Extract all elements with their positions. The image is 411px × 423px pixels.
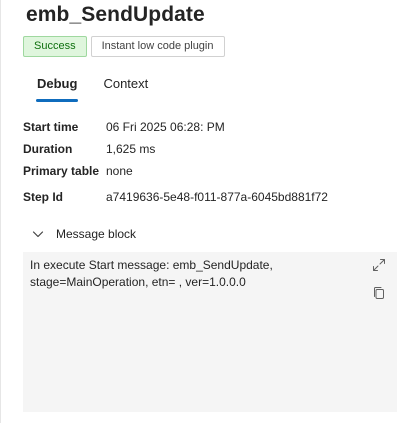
property-value: 06 Fri 2025 06:28: PM bbox=[106, 120, 225, 134]
message-block: In execute Start message: emb_SendUpdate… bbox=[23, 252, 397, 412]
property-value: a7419636-5e48-f011-877a-6045bd881f72 bbox=[106, 190, 328, 204]
tab-debug[interactable]: Debug bbox=[24, 72, 90, 102]
copy-icon bbox=[374, 287, 384, 299]
badge-group: Success Instant low code plugin bbox=[23, 36, 225, 57]
copy-button[interactable] bbox=[370, 284, 388, 302]
message-block-toggle[interactable]: Message block bbox=[31, 224, 136, 244]
property-label: Duration bbox=[23, 142, 73, 156]
run-details-panel: emb_SendUpdate Success Instant low code … bbox=[0, 0, 411, 423]
chevron-down-icon bbox=[32, 231, 44, 238]
plugin-type-badge: Instant low code plugin bbox=[90, 36, 225, 57]
page-title: emb_SendUpdate bbox=[26, 3, 205, 26]
property-label: Step Id bbox=[23, 190, 64, 204]
property-value: none bbox=[106, 164, 133, 178]
status-badge: Success bbox=[23, 36, 87, 57]
expand-button[interactable] bbox=[370, 256, 388, 274]
expand-icon bbox=[373, 259, 385, 271]
message-block-label: Message block bbox=[56, 227, 137, 241]
tab-list: Debug Context bbox=[24, 72, 161, 102]
tab-context[interactable]: Context bbox=[90, 72, 161, 102]
message-text: In execute Start message: emb_SendUpdate… bbox=[30, 258, 273, 289]
property-value: 1,625 ms bbox=[106, 142, 156, 156]
property-label: Start time bbox=[23, 120, 79, 134]
property-label: Primary table bbox=[23, 164, 100, 178]
